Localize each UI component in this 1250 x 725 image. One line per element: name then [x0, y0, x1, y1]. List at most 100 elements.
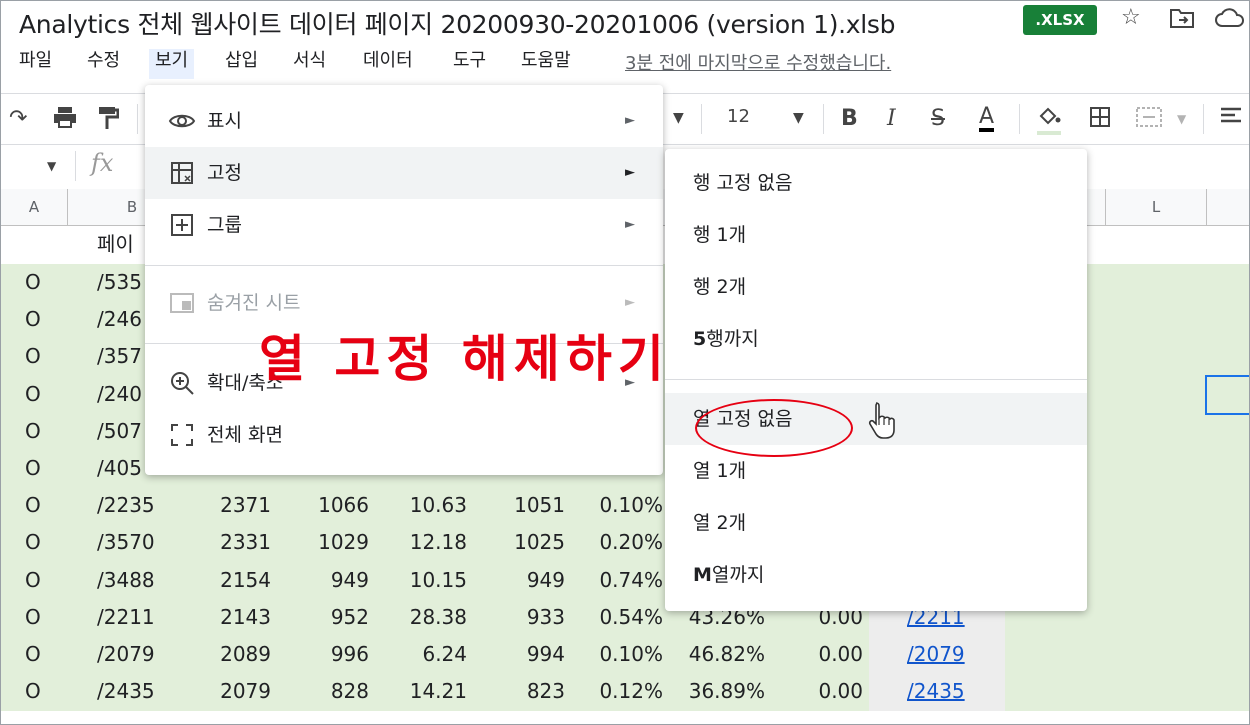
- table-cell-a[interactable]: O: [25, 636, 45, 673]
- merge-icon[interactable]: [1135, 106, 1163, 134]
- table-cell-g[interactable]: 0.54%: [597, 599, 663, 636]
- table-cell-i[interactable]: 0.00: [791, 673, 863, 710]
- menu-view[interactable]: 보기: [149, 49, 195, 79]
- fill-color-icon[interactable]: [1037, 106, 1061, 135]
- freeze-1-column[interactable]: 열 1개: [665, 445, 1087, 497]
- table-cell-e[interactable]: 6.24: [393, 636, 467, 673]
- table-cell-a[interactable]: O: [25, 338, 45, 375]
- table-cell-f[interactable]: 949: [493, 562, 565, 599]
- star-icon[interactable]: ☆: [1121, 5, 1141, 30]
- eye-icon: [167, 95, 197, 149]
- table-cell-e[interactable]: 10.15: [393, 562, 467, 599]
- table-cell-b[interactable]: /2079: [97, 636, 157, 673]
- table-cell-a[interactable]: O: [25, 376, 45, 413]
- table-cell-e[interactable]: 14.21: [393, 673, 467, 710]
- redo-icon[interactable]: ↷: [9, 106, 27, 131]
- url-link-cell[interactable]: /2435: [907, 673, 987, 710]
- column-header-l[interactable]: L: [1105, 189, 1207, 225]
- paint-format-icon[interactable]: [97, 106, 120, 136]
- table-cell-c[interactable]: 2331: [201, 524, 271, 561]
- table-cell-f[interactable]: 933: [493, 599, 565, 636]
- table-cell-c[interactable]: 2079: [201, 673, 271, 710]
- view-menu-item-fullscreen[interactable]: 전체 화면: [145, 409, 663, 461]
- bold-icon[interactable]: B: [841, 106, 858, 131]
- document-title[interactable]: Analytics 전체 웹사이트 데이터 페이지 20200930-20201…: [19, 5, 896, 41]
- column-header-a[interactable]: A: [1, 189, 68, 225]
- selected-cell[interactable]: [1205, 375, 1249, 415]
- table-cell-a[interactable]: O: [25, 599, 45, 636]
- view-menu-item-freeze[interactable]: 고정 ►: [145, 147, 663, 199]
- print-icon[interactable]: [53, 106, 77, 134]
- table-cell-h[interactable]: 46.82%: [681, 636, 765, 673]
- table-cell-f[interactable]: 823: [493, 673, 565, 710]
- table-cell-f[interactable]: 994: [493, 636, 565, 673]
- freeze-2-rows[interactable]: 행 2개: [665, 261, 1087, 313]
- table-cell-d[interactable]: 828: [297, 673, 369, 710]
- view-menu-item-show[interactable]: 표시 ►: [145, 95, 663, 147]
- menu-edit[interactable]: 수정: [81, 49, 126, 79]
- table-cell-c[interactable]: 2371: [201, 487, 271, 524]
- table-cell-d[interactable]: 1066: [297, 487, 369, 524]
- merge-dropdown-icon[interactable]: ▼: [1177, 112, 1186, 126]
- table-cell-a[interactable]: O: [25, 264, 45, 301]
- table-cell-b[interactable]: /3488: [97, 562, 157, 599]
- table-cell-g[interactable]: 0.10%: [597, 487, 663, 524]
- menu-data[interactable]: 데이터: [357, 49, 419, 79]
- freeze-2-columns[interactable]: 열 2개: [665, 497, 1087, 549]
- table-cell-a[interactable]: O: [25, 413, 45, 450]
- text-color-icon[interactable]: A: [979, 106, 995, 132]
- table-cell-e[interactable]: 28.38: [393, 599, 467, 636]
- menu-insert[interactable]: 삽입: [219, 49, 264, 79]
- table-cell-h[interactable]: 36.89%: [681, 673, 765, 710]
- table-cell-e[interactable]: 12.18: [393, 524, 467, 561]
- freeze-1-row[interactable]: 행 1개: [665, 209, 1087, 261]
- table-cell-d[interactable]: 952: [297, 599, 369, 636]
- font-size-field[interactable]: 12: [727, 106, 750, 127]
- table-cell-b[interactable]: /3570: [97, 524, 157, 561]
- view-menu-item-group[interactable]: 그룹 ►: [145, 199, 663, 251]
- table-cell-d[interactable]: 949: [297, 562, 369, 599]
- table-cell-i[interactable]: 0.00: [791, 636, 863, 673]
- table-cell-c[interactable]: 2089: [201, 636, 271, 673]
- menu-help[interactable]: 도움말: [515, 49, 577, 79]
- table-cell-b[interactable]: /2211: [97, 599, 157, 636]
- freeze-no-rows[interactable]: 행 고정 없음: [665, 157, 1087, 209]
- table-cell-b[interactable]: /2435: [97, 673, 157, 710]
- table-cell-a[interactable]: O: [25, 524, 45, 561]
- font-size-dropdown-icon[interactable]: ▼: [793, 110, 804, 126]
- table-cell-a[interactable]: O: [25, 487, 45, 524]
- table-cell-g[interactable]: 0.20%: [597, 524, 663, 561]
- table-cell-d[interactable]: 996: [297, 636, 369, 673]
- strikethrough-icon[interactable]: S: [931, 106, 945, 131]
- header-cell-b[interactable]: 페이: [97, 226, 134, 263]
- table-cell-f[interactable]: 1051: [493, 487, 565, 524]
- freeze-2-rows-label: 행 2개: [693, 276, 747, 298]
- table-cell-c[interactable]: 2154: [201, 562, 271, 599]
- table-cell-a[interactable]: O: [25, 301, 45, 338]
- menu-tools[interactable]: 도구: [447, 49, 492, 79]
- table-cell-b[interactable]: /2235: [97, 487, 157, 524]
- freeze-up-to-row-5[interactable]: 5행까지: [665, 313, 1087, 365]
- last-edit-link[interactable]: 3분 전에 마지막으로 수정했습니다.: [625, 49, 891, 75]
- font-dropdown-arrow-icon[interactable]: ▼: [673, 110, 684, 126]
- cloud-status-icon[interactable]: [1215, 7, 1245, 35]
- table-cell-a[interactable]: O: [25, 450, 45, 487]
- menu-format[interactable]: 서식: [287, 49, 332, 79]
- table-cell-g[interactable]: 0.12%: [597, 673, 663, 710]
- move-folder-icon[interactable]: [1169, 7, 1195, 34]
- table-cell-a[interactable]: O: [25, 562, 45, 599]
- url-link-cell[interactable]: /2079: [907, 636, 987, 673]
- table-cell-e[interactable]: 10.63: [393, 487, 467, 524]
- freeze-up-to-column-m[interactable]: M열까지: [665, 549, 1087, 601]
- name-box-dropdown-icon[interactable]: ▼: [47, 159, 56, 173]
- table-cell-c[interactable]: 2143: [201, 599, 271, 636]
- italic-icon[interactable]: I: [887, 106, 896, 131]
- align-icon[interactable]: [1219, 106, 1243, 132]
- menu-file[interactable]: 파일: [13, 49, 58, 79]
- table-cell-a[interactable]: O: [25, 673, 45, 710]
- borders-icon[interactable]: [1089, 106, 1111, 134]
- table-cell-d[interactable]: 1029: [297, 524, 369, 561]
- table-cell-f[interactable]: 1025: [493, 524, 565, 561]
- table-cell-g[interactable]: 0.74%: [597, 562, 663, 599]
- table-cell-g[interactable]: 0.10%: [597, 636, 663, 673]
